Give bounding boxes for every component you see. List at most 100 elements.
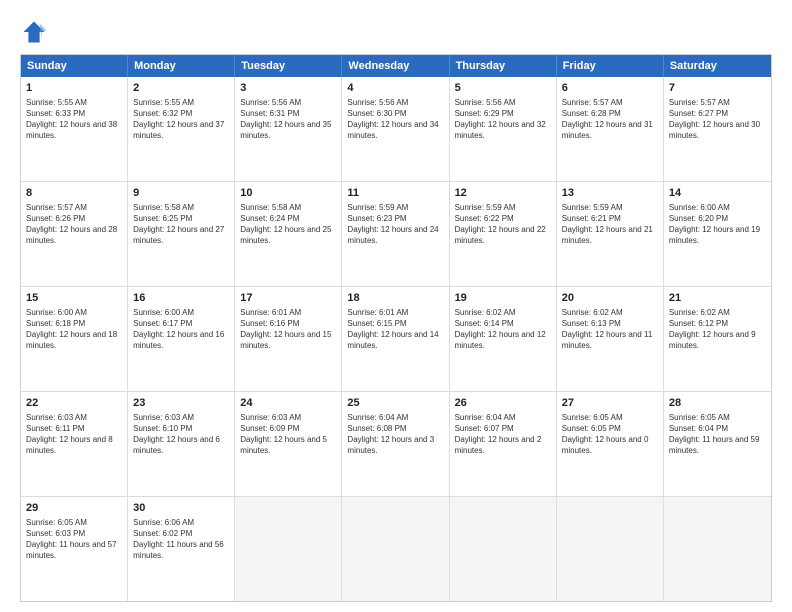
calendar-cell: 23Sunrise: 6:03 AMSunset: 6:10 PMDayligh… [128, 392, 235, 496]
cell-info: Sunrise: 6:03 AMSunset: 6:09 PMDaylight:… [240, 412, 336, 457]
logo-icon [20, 18, 48, 46]
cell-info: Sunrise: 6:01 AMSunset: 6:16 PMDaylight:… [240, 307, 336, 352]
cell-info: Sunrise: 5:59 AMSunset: 6:23 PMDaylight:… [347, 202, 443, 247]
day-number: 2 [133, 81, 229, 96]
calendar-cell: 27Sunrise: 6:05 AMSunset: 6:05 PMDayligh… [557, 392, 664, 496]
cell-info: Sunrise: 5:57 AMSunset: 6:28 PMDaylight:… [562, 97, 658, 142]
calendar-row-4: 22Sunrise: 6:03 AMSunset: 6:11 PMDayligh… [21, 392, 771, 497]
calendar-cell: 4Sunrise: 5:56 AMSunset: 6:30 PMDaylight… [342, 77, 449, 181]
day-number: 22 [26, 396, 122, 411]
calendar-cell: 1Sunrise: 5:55 AMSunset: 6:33 PMDaylight… [21, 77, 128, 181]
cell-info: Sunrise: 5:59 AMSunset: 6:22 PMDaylight:… [455, 202, 551, 247]
day-number: 18 [347, 291, 443, 306]
day-header-wednesday: Wednesday [342, 55, 449, 77]
calendar-cell: 28Sunrise: 6:05 AMSunset: 6:04 PMDayligh… [664, 392, 771, 496]
cell-info: Sunrise: 6:02 AMSunset: 6:14 PMDaylight:… [455, 307, 551, 352]
cell-info: Sunrise: 6:02 AMSunset: 6:12 PMDaylight:… [669, 307, 766, 352]
calendar-cell: 15Sunrise: 6:00 AMSunset: 6:18 PMDayligh… [21, 287, 128, 391]
cell-info: Sunrise: 6:03 AMSunset: 6:10 PMDaylight:… [133, 412, 229, 457]
day-number: 19 [455, 291, 551, 306]
calendar-cell: 2Sunrise: 5:55 AMSunset: 6:32 PMDaylight… [128, 77, 235, 181]
day-number: 17 [240, 291, 336, 306]
cell-info: Sunrise: 5:57 AMSunset: 6:26 PMDaylight:… [26, 202, 122, 247]
calendar-cell [235, 497, 342, 601]
cell-info: Sunrise: 5:58 AMSunset: 6:25 PMDaylight:… [133, 202, 229, 247]
day-number: 20 [562, 291, 658, 306]
day-number: 21 [669, 291, 766, 306]
cell-info: Sunrise: 5:56 AMSunset: 6:31 PMDaylight:… [240, 97, 336, 142]
calendar-cell: 12Sunrise: 5:59 AMSunset: 6:22 PMDayligh… [450, 182, 557, 286]
day-number: 13 [562, 186, 658, 201]
day-number: 30 [133, 501, 229, 516]
day-number: 15 [26, 291, 122, 306]
day-header-thursday: Thursday [450, 55, 557, 77]
day-header-sunday: Sunday [21, 55, 128, 77]
day-number: 24 [240, 396, 336, 411]
calendar-cell: 6Sunrise: 5:57 AMSunset: 6:28 PMDaylight… [557, 77, 664, 181]
page: SundayMondayTuesdayWednesdayThursdayFrid… [0, 0, 792, 612]
calendar-row-1: 1Sunrise: 5:55 AMSunset: 6:33 PMDaylight… [21, 77, 771, 182]
day-number: 9 [133, 186, 229, 201]
cell-info: Sunrise: 5:56 AMSunset: 6:30 PMDaylight:… [347, 97, 443, 142]
day-number: 7 [669, 81, 766, 96]
calendar-cell [557, 497, 664, 601]
calendar-cell: 14Sunrise: 6:00 AMSunset: 6:20 PMDayligh… [664, 182, 771, 286]
calendar-cell: 21Sunrise: 6:02 AMSunset: 6:12 PMDayligh… [664, 287, 771, 391]
calendar-cell: 30Sunrise: 6:06 AMSunset: 6:02 PMDayligh… [128, 497, 235, 601]
cell-info: Sunrise: 5:57 AMSunset: 6:27 PMDaylight:… [669, 97, 766, 142]
day-number: 3 [240, 81, 336, 96]
day-header-saturday: Saturday [664, 55, 771, 77]
day-number: 12 [455, 186, 551, 201]
day-header-monday: Monday [128, 55, 235, 77]
calendar-cell: 3Sunrise: 5:56 AMSunset: 6:31 PMDaylight… [235, 77, 342, 181]
calendar-cell: 16Sunrise: 6:00 AMSunset: 6:17 PMDayligh… [128, 287, 235, 391]
cell-info: Sunrise: 5:59 AMSunset: 6:21 PMDaylight:… [562, 202, 658, 247]
day-number: 1 [26, 81, 122, 96]
calendar-cell: 8Sunrise: 5:57 AMSunset: 6:26 PMDaylight… [21, 182, 128, 286]
cell-info: Sunrise: 6:03 AMSunset: 6:11 PMDaylight:… [26, 412, 122, 457]
day-number: 10 [240, 186, 336, 201]
day-number: 25 [347, 396, 443, 411]
calendar-cell: 29Sunrise: 6:05 AMSunset: 6:03 PMDayligh… [21, 497, 128, 601]
cell-info: Sunrise: 6:02 AMSunset: 6:13 PMDaylight:… [562, 307, 658, 352]
calendar-row-5: 29Sunrise: 6:05 AMSunset: 6:03 PMDayligh… [21, 497, 771, 601]
cell-info: Sunrise: 6:04 AMSunset: 6:08 PMDaylight:… [347, 412, 443, 457]
cell-info: Sunrise: 6:01 AMSunset: 6:15 PMDaylight:… [347, 307, 443, 352]
day-number: 29 [26, 501, 122, 516]
calendar-cell: 20Sunrise: 6:02 AMSunset: 6:13 PMDayligh… [557, 287, 664, 391]
day-number: 16 [133, 291, 229, 306]
calendar-cell [450, 497, 557, 601]
day-number: 28 [669, 396, 766, 411]
cell-info: Sunrise: 6:04 AMSunset: 6:07 PMDaylight:… [455, 412, 551, 457]
calendar-row-2: 8Sunrise: 5:57 AMSunset: 6:26 PMDaylight… [21, 182, 771, 287]
day-number: 6 [562, 81, 658, 96]
cell-info: Sunrise: 5:56 AMSunset: 6:29 PMDaylight:… [455, 97, 551, 142]
calendar-cell: 13Sunrise: 5:59 AMSunset: 6:21 PMDayligh… [557, 182, 664, 286]
calendar-cell [342, 497, 449, 601]
cell-info: Sunrise: 5:58 AMSunset: 6:24 PMDaylight:… [240, 202, 336, 247]
calendar: SundayMondayTuesdayWednesdayThursdayFrid… [20, 54, 772, 602]
calendar-cell: 26Sunrise: 6:04 AMSunset: 6:07 PMDayligh… [450, 392, 557, 496]
calendar-row-3: 15Sunrise: 6:00 AMSunset: 6:18 PMDayligh… [21, 287, 771, 392]
calendar-cell: 5Sunrise: 5:56 AMSunset: 6:29 PMDaylight… [450, 77, 557, 181]
cell-info: Sunrise: 6:05 AMSunset: 6:04 PMDaylight:… [669, 412, 766, 457]
day-number: 14 [669, 186, 766, 201]
calendar-cell: 17Sunrise: 6:01 AMSunset: 6:16 PMDayligh… [235, 287, 342, 391]
calendar-cell: 9Sunrise: 5:58 AMSunset: 6:25 PMDaylight… [128, 182, 235, 286]
cell-info: Sunrise: 6:05 AMSunset: 6:05 PMDaylight:… [562, 412, 658, 457]
calendar-cell: 11Sunrise: 5:59 AMSunset: 6:23 PMDayligh… [342, 182, 449, 286]
day-header-tuesday: Tuesday [235, 55, 342, 77]
cell-info: Sunrise: 6:05 AMSunset: 6:03 PMDaylight:… [26, 517, 122, 562]
day-number: 11 [347, 186, 443, 201]
cell-info: Sunrise: 6:00 AMSunset: 6:18 PMDaylight:… [26, 307, 122, 352]
day-number: 27 [562, 396, 658, 411]
cell-info: Sunrise: 6:06 AMSunset: 6:02 PMDaylight:… [133, 517, 229, 562]
logo [20, 18, 52, 46]
cell-info: Sunrise: 6:00 AMSunset: 6:20 PMDaylight:… [669, 202, 766, 247]
cell-info: Sunrise: 6:00 AMSunset: 6:17 PMDaylight:… [133, 307, 229, 352]
header [20, 18, 772, 46]
day-number: 4 [347, 81, 443, 96]
calendar-header: SundayMondayTuesdayWednesdayThursdayFrid… [21, 55, 771, 77]
day-number: 5 [455, 81, 551, 96]
calendar-cell: 25Sunrise: 6:04 AMSunset: 6:08 PMDayligh… [342, 392, 449, 496]
